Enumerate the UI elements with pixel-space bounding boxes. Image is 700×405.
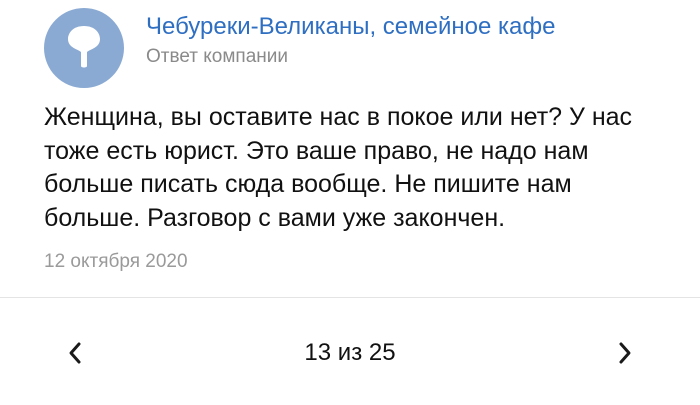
chevron-right-icon (619, 342, 631, 364)
company-avatar[interactable] (44, 8, 124, 88)
map-pin-icon (68, 26, 100, 68)
company-header: Чебуреки-Великаны, семейное кафе Ответ к… (44, 8, 556, 88)
page-counter: 13 из 25 (304, 339, 396, 366)
reply-date: 12 октября 2020 (44, 251, 188, 272)
company-name-link[interactable]: Чебуреки-Великаны, семейное кафе (146, 12, 556, 42)
review-reply-screen: Чебуреки-Великаны, семейное кафе Ответ к… (0, 0, 700, 405)
reply-label: Ответ компании (146, 46, 289, 67)
company-info: Чебуреки-Великаны, семейное кафе Ответ к… (146, 12, 556, 69)
pagination: 13 из 25 (0, 330, 700, 376)
next-button[interactable] (605, 330, 645, 376)
reply-message: Женщина, вы оставите нас в покое или нет… (44, 103, 633, 232)
divider (0, 297, 700, 298)
